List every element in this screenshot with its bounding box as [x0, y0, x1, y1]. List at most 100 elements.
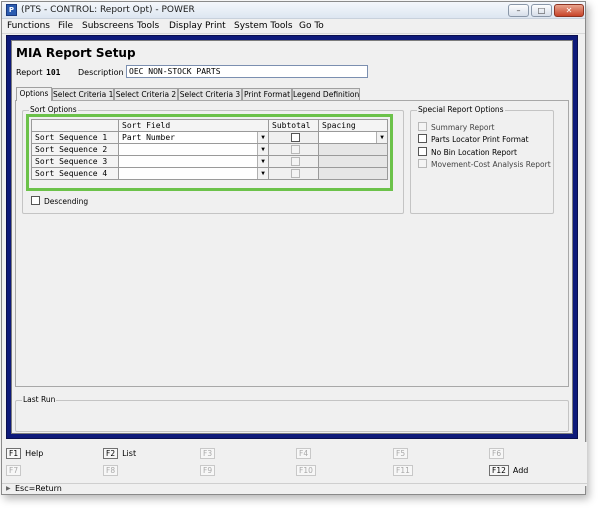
tab-legend-definition[interactable]: Legend Definition: [292, 88, 360, 100]
sort-field-select[interactable]: Part Number ▼: [118, 131, 269, 144]
subtotal-checkbox: [290, 145, 300, 154]
f3-key: F3: [200, 448, 216, 459]
f12-label: Add: [512, 466, 529, 475]
subtotal-cell: [268, 131, 319, 144]
parts-locator-checkbox[interactable]: [418, 134, 427, 143]
f11-key: F11: [393, 465, 413, 476]
f1-help-button[interactable]: F1 Help: [6, 448, 43, 460]
menu-print[interactable]: Print: [205, 21, 226, 31]
f7-key: F7: [6, 465, 22, 476]
tab-options[interactable]: Options: [16, 87, 52, 101]
f2-list-button[interactable]: F2 List: [103, 448, 136, 460]
f11-button: F11: [393, 465, 413, 477]
spacing-select[interactable]: ▼: [318, 131, 388, 144]
column-header-sort-field: Sort Field: [118, 119, 269, 132]
table-header-row: Sort Field Subtotal Spacing: [31, 119, 388, 132]
sort-sequence-label: Sort Sequence 1: [31, 131, 119, 144]
chevron-down-icon[interactable]: ▼: [257, 144, 268, 155]
descending-option[interactable]: Descending: [31, 196, 88, 206]
menu-display[interactable]: Display: [169, 21, 202, 31]
spacing-cell: [318, 143, 388, 156]
chevron-down-icon[interactable]: ▼: [257, 156, 268, 167]
descending-label: Descending: [44, 197, 89, 206]
column-header-blank: [31, 119, 119, 132]
sort-field-select[interactable]: ▼: [118, 167, 269, 180]
subtotal-checkbox[interactable]: [290, 133, 300, 142]
descending-checkbox[interactable]: [31, 196, 40, 205]
minimize-icon[interactable]: –: [508, 4, 529, 17]
chevron-down-icon[interactable]: ▼: [257, 168, 268, 179]
menu-go-to[interactable]: Go To: [299, 21, 324, 31]
f2-label: List: [122, 449, 137, 458]
f8-key: F8: [103, 465, 119, 476]
f4-key: F4: [296, 448, 312, 459]
sort-sequence-label: Sort Sequence 4: [31, 167, 119, 180]
close-icon[interactable]: ✕: [554, 4, 584, 17]
column-header-spacing: Spacing: [318, 119, 388, 132]
summary-report-label: Summary Report: [431, 123, 495, 132]
report-number: 101: [46, 68, 61, 77]
sort-field-select[interactable]: ▼: [118, 143, 269, 156]
f5-key: F5: [393, 448, 409, 459]
sort-sequence-label: Sort Sequence 3: [31, 155, 119, 168]
form-frame: MIA Report Setup Report 101 Description …: [6, 35, 578, 439]
f3-button: F3: [200, 448, 216, 460]
sort-sequence-label: Sort Sequence 2: [31, 143, 119, 156]
f10-key: F10: [296, 465, 316, 476]
status-bar: ▶ Esc=Return: [2, 483, 587, 495]
tab-select-criteria-2[interactable]: Select Criteria 2: [114, 88, 178, 100]
movement-cost-checkbox: [418, 159, 427, 168]
f9-button: F9: [200, 465, 216, 477]
status-text: Esc=Return: [15, 484, 62, 493]
f2-key: F2: [103, 448, 119, 459]
summary-report-option: Summary Report: [418, 122, 495, 132]
menu-file[interactable]: File: [58, 21, 73, 31]
report-label: Report: [16, 68, 43, 77]
subtotal-checkbox: [290, 157, 300, 166]
app-window: P (PTS - CONTROL: Report Opt) - POWER – …: [1, 1, 587, 495]
f10-button: F10: [296, 465, 316, 477]
tab-print-format[interactable]: Print Format: [242, 88, 292, 100]
window-title: (PTS - CONTROL: Report Opt) - POWER: [21, 5, 195, 15]
menu-bar: Functions File Subscreens Tools Display …: [2, 19, 585, 34]
movement-cost-label: Movement-Cost Analysis Report: [431, 160, 551, 169]
form-content: MIA Report Setup Report 101 Description …: [11, 40, 573, 434]
sort-field-select[interactable]: ▼: [118, 155, 269, 168]
options-panel: Sort Options Sort Field Subtotal Spacing…: [15, 100, 569, 387]
chevron-down-icon[interactable]: ▼: [376, 132, 387, 143]
tab-select-criteria-3[interactable]: Select Criteria 3: [178, 88, 242, 100]
menu-system-tools[interactable]: System Tools: [234, 21, 293, 31]
f9-key: F9: [200, 465, 216, 476]
menu-tools[interactable]: Tools: [137, 21, 159, 31]
spacing-cell: [318, 155, 388, 168]
tab-select-criteria-1[interactable]: Select Criteria 1: [52, 88, 114, 100]
special-report-options-title: Special Report Options: [417, 105, 505, 114]
last-run-group: Last Run: [15, 395, 569, 432]
column-header-subtotal: Subtotal: [268, 119, 319, 132]
table-row: Sort Sequence 3 ▼: [31, 155, 388, 168]
chevron-down-icon[interactable]: ▼: [257, 132, 268, 143]
f12-add-button[interactable]: F12 Add: [489, 465, 528, 477]
sort-field-value: Part Number: [122, 133, 175, 142]
parts-locator-option[interactable]: Parts Locator Print Format: [418, 134, 529, 144]
no-bin-location-checkbox[interactable]: [418, 147, 427, 156]
f6-button: F6: [489, 448, 505, 460]
f5-button: F5: [393, 448, 409, 460]
no-bin-location-option[interactable]: No Bin Location Report: [418, 147, 517, 157]
description-label: Description: [78, 68, 124, 77]
f1-key: F1: [6, 448, 22, 459]
title-bar: P (PTS - CONTROL: Report Opt) - POWER – …: [2, 2, 585, 19]
f4-button: F4: [296, 448, 312, 460]
f12-key: F12: [489, 465, 509, 476]
menu-subscreens[interactable]: Subscreens: [82, 21, 134, 31]
f6-key: F6: [489, 448, 505, 459]
page-title: MIA Report Setup: [16, 46, 136, 60]
summary-report-checkbox: [418, 122, 427, 131]
maximize-icon[interactable]: □: [531, 4, 552, 17]
subtotal-checkbox: [290, 169, 300, 178]
function-key-bar: F1 Help F2 List F3 F4 F5 F6 F7 F8 F9 F10 F…: [2, 442, 587, 486]
menu-functions[interactable]: Functions: [7, 21, 50, 31]
app-icon[interactable]: P: [6, 4, 17, 16]
subtotal-cell: [268, 155, 319, 168]
description-field[interactable]: OEC NON-STOCK PARTS: [126, 65, 368, 78]
